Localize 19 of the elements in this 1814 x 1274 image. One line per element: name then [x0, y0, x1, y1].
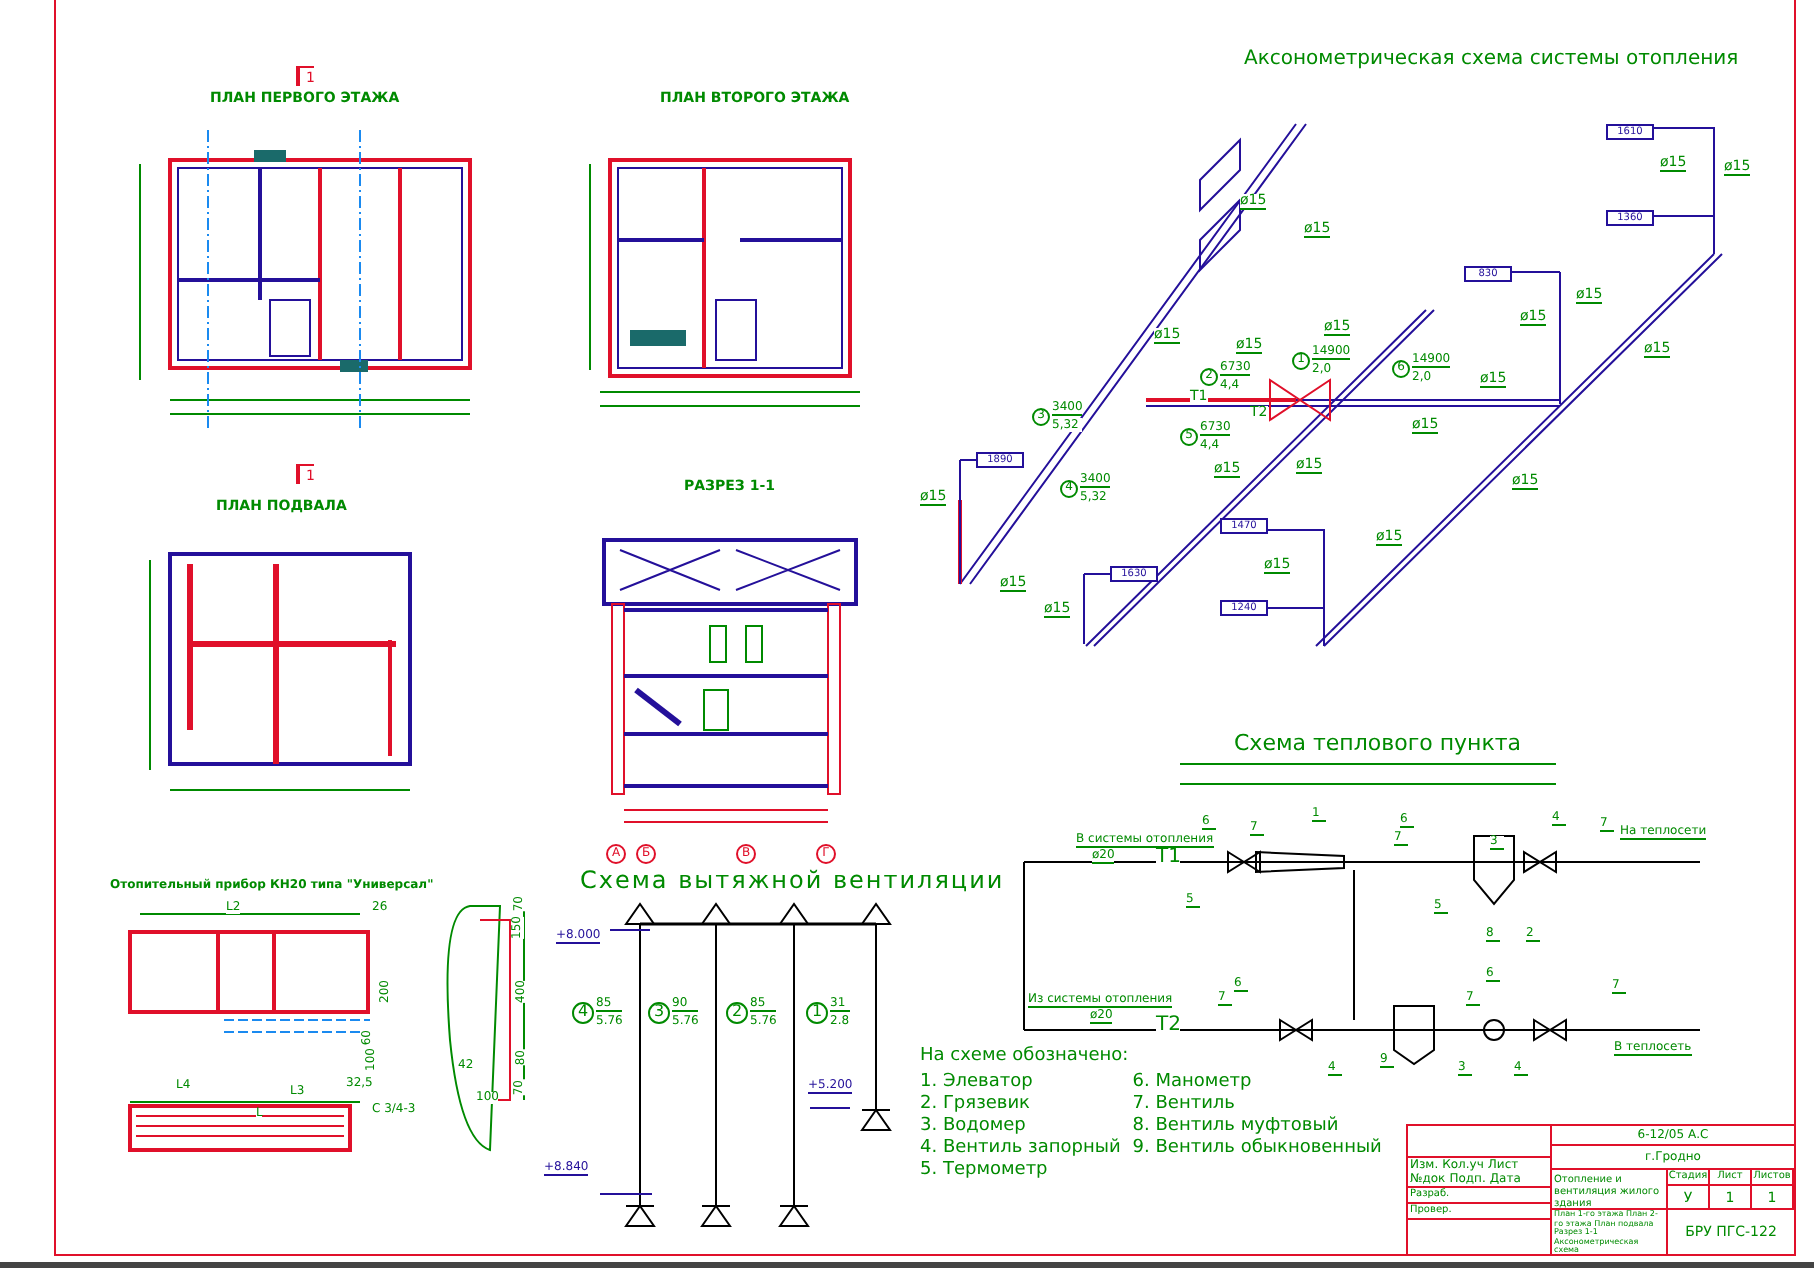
legend-item: 6. Манометр: [1132, 1072, 1254, 1092]
axonometric-title: Аксонометрическая схема системы отопления: [1244, 50, 1739, 70]
heat-point-title: Схема теплового пункта: [1234, 732, 1522, 754]
legend-item: 2. Грязевик: [920, 1094, 1032, 1114]
ventilation-title: Схема вытяжной вентиляции: [580, 868, 1005, 892]
legend-item: 3. Водомер: [920, 1116, 1028, 1136]
branch-number: 2: [726, 1001, 748, 1023]
branch-number: 3: [648, 1001, 670, 1023]
pipe-tag: Т1: [1156, 848, 1181, 868]
legend-item: 9. Вентиль обыкновенный: [1132, 1138, 1382, 1158]
branch-number: 1: [806, 1001, 828, 1023]
legend-item: 1. Элеватор: [920, 1072, 1035, 1092]
legend-item: 8. Вентиль муфтовый: [1132, 1116, 1341, 1136]
legend-item: 4. Вентиль запорный: [920, 1138, 1121, 1158]
branch-number: 4: [572, 1001, 594, 1023]
legend-title: На схеме обозначено:: [920, 1048, 1129, 1066]
legend-item: 5. Термометр: [920, 1160, 1050, 1180]
legend-item: 7. Вентиль: [1132, 1094, 1237, 1114]
pipe-tag: Т2: [1156, 1016, 1181, 1036]
